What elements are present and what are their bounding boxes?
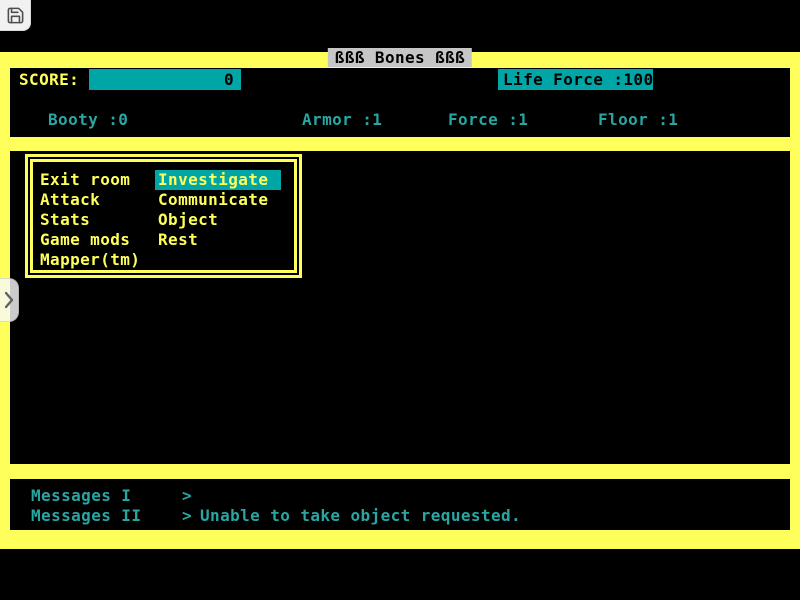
menu-item-communicate[interactable]: Communicate — [155, 190, 272, 210]
menu-item-mapper[interactable]: Mapper(tm) — [40, 250, 140, 270]
messages-1-label: Messages I — [31, 486, 131, 506]
window-title: ßßß Bones ßßß — [328, 48, 472, 67]
floppy-disk-icon — [6, 6, 25, 25]
score-bar: 0 — [89, 69, 241, 90]
score-value: 0 — [224, 70, 234, 89]
menu-item-exit-room[interactable]: Exit room — [40, 170, 130, 190]
messages-1-prompt: > — [182, 486, 192, 506]
messages-2-prompt: > — [182, 506, 192, 526]
stat-armor: Armor :1 — [302, 110, 382, 130]
menu-item-stats[interactable]: Stats — [40, 210, 90, 230]
stat-floor: Floor :1 — [598, 110, 678, 130]
chevron-right-icon — [3, 290, 15, 310]
main-panel: Exit room Attack Stats Game mods Mapper(… — [10, 151, 790, 464]
hud-panel: SCORE: 0 Life Force :100 Booty :0 Armor … — [10, 68, 790, 137]
menu-item-object[interactable]: Object — [155, 210, 222, 230]
messages-2-label: Messages II — [31, 506, 141, 526]
life-force-badge: Life Force :100 — [498, 69, 653, 90]
save-button[interactable] — [0, 0, 31, 31]
menu-item-investigate[interactable]: Investigate — [155, 170, 281, 190]
drawer-handle[interactable] — [0, 278, 19, 322]
menu-item-rest[interactable]: Rest — [155, 230, 202, 250]
messages-panel: Messages I > Messages II > Unable to tak… — [10, 479, 790, 530]
stat-force: Force :1 — [448, 110, 528, 130]
game-screen: ßßß Bones ßßß SCORE: 0 Life Force :100 B… — [0, 0, 800, 600]
messages-2-text: Unable to take object requested. — [200, 506, 521, 526]
menu-item-game-mods[interactable]: Game mods — [40, 230, 130, 250]
menu-item-attack[interactable]: Attack — [40, 190, 100, 210]
stat-booty: Booty :0 — [48, 110, 128, 130]
score-label: SCORE: — [19, 70, 79, 90]
